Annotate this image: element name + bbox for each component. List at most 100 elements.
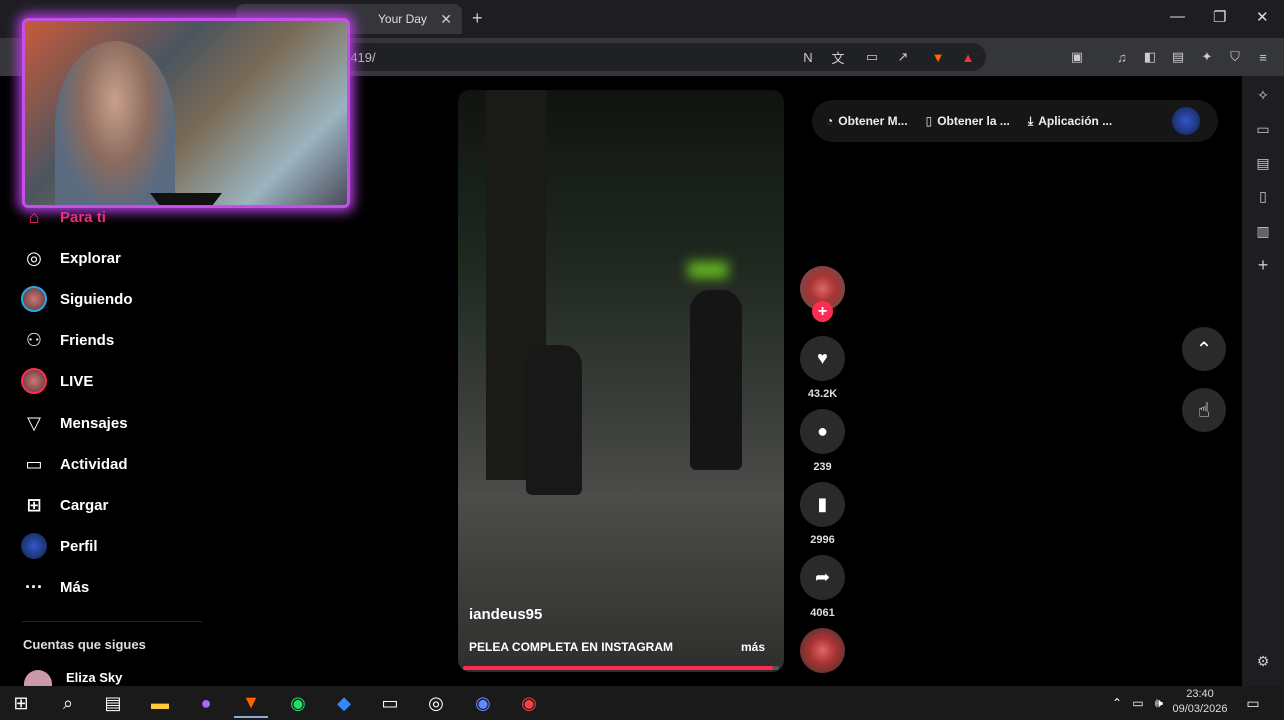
sidebar-toggle-icon[interactable]: ◧ [1140,47,1160,67]
activity-icon: ▭ [25,453,43,474]
desktop-app-button[interactable]: ⤓ Aplicación ... [1028,114,1112,129]
chevron-up-icon: ⌃ [1195,338,1213,361]
webcam-overlay [22,18,350,208]
following-account-name[interactable]: Eliza Sky [66,670,122,685]
streamer-image [55,41,175,205]
sidebar-item-label: Explorar [60,249,121,267]
sidebar-item-mas[interactable]: ··· Más [20,572,89,602]
top-action-pill: ◔ Obtener M... ▯ Obtener la ... ⤓ Aplicació… [812,100,1218,142]
video-scene-light [688,262,728,278]
sidebar-item-label: Mensajes [60,414,128,432]
file-explorer-icon[interactable]: ▬ [143,688,177,718]
discord-icon[interactable]: ◉ [466,688,500,718]
profile-icon [20,532,48,560]
chat-app-icon[interactable]: ● [189,688,223,718]
brave-shield-icon[interactable]: ▼ [928,47,948,67]
settings-gear-icon[interactable]: ⚙ [1253,653,1273,673]
save-button[interactable]: ▮ [800,482,845,527]
video-username[interactable]: iandeus95 [469,606,542,623]
app-icon[interactable]: ◆ [327,688,361,718]
video-progress-fill [463,666,773,670]
vpn-icon[interactable]: ⛉ [1225,47,1245,67]
obs-icon[interactable]: ◎ [419,688,453,718]
video-player[interactable] [458,90,784,672]
translate-icon[interactable]: 文 [828,47,848,67]
sidebar-item-live[interactable]: LIVE [20,366,93,396]
phone-icon: ▯ [925,114,933,128]
sidebar-item-label: Para ti [60,208,106,226]
user-avatar[interactable] [1172,107,1200,135]
coin-icon: ◔ [826,114,834,128]
comment-button[interactable]: ● [800,409,845,454]
like-button[interactable]: ♥ [800,336,845,381]
leo-panel-icon[interactable]: ✧ [1253,87,1273,107]
bookmark-icon: ▮ [817,494,828,514]
upload-icon: ⊞ [26,494,42,515]
task-view-icon[interactable]: ▤ [96,688,130,718]
chrome-icon[interactable]: ◉ [512,688,546,718]
sidebar-divider [22,621,202,622]
webcam-frame-badge [150,193,222,205]
save-count: 2996 [810,534,835,546]
follow-plus-icon[interactable]: + [812,301,833,322]
share-icon[interactable]: ↗ [893,47,913,67]
search-icon[interactable]: ⌕ [51,688,85,718]
brave-rewards-icon[interactable]: ▲ [958,47,978,67]
no-translate-icon[interactable]: N [798,47,818,67]
next-video-button[interactable]: ☝ [1182,388,1226,432]
get-coins-button[interactable]: ◔ Obtener M... [826,114,908,128]
url-text: -419/ [346,49,376,65]
cast-icon[interactable]: ▭ [862,47,882,67]
leo-icon[interactable]: ✦ [1197,47,1217,67]
maximize-icon[interactable]: ❐ [1213,8,1226,26]
notifications-icon[interactable]: ▭ [1236,688,1270,718]
sidebar-item-perfil[interactable]: Perfil [20,531,98,561]
wallet-icon[interactable]: ▤ [1168,47,1188,67]
tab-title: Your Day [378,12,427,26]
brave-browser-icon[interactable]: ▼ [234,688,268,718]
comment-count: 239 [813,461,832,473]
friends-icon: ⚇ [25,329,43,350]
previous-video-button[interactable]: ⌃ [1182,327,1226,371]
window-close-icon[interactable]: ✕ [1256,8,1269,26]
reader-icon[interactable]: ▣ [1067,47,1087,67]
address-bar[interactable]: -419/ [336,43,986,71]
clock-date: 09/03/2026 [1172,703,1228,715]
media-panel-icon[interactable]: ▭ [1253,121,1273,141]
new-tab-icon[interactable]: + [472,8,483,29]
account-avatar[interactable] [24,670,52,686]
music-icon[interactable]: ♫ [1112,47,1132,67]
system-clock[interactable]: 23:40 09/03/2026 [1168,687,1232,717]
hand-cursor-icon: ☝ [1197,399,1211,422]
sidebar-item-actividad[interactable]: ▭ Actividad [20,449,127,479]
sidebar-item-explorar[interactable]: ◎ Explorar [20,243,121,273]
reading-list-icon[interactable]: ▥ [1253,223,1273,243]
heart-icon: ♥ [817,348,828,368]
clock-time: 23:40 [1186,688,1214,700]
windows-start-icon[interactable]: ⊞ [4,688,38,718]
tab-close-icon[interactable]: ✕ [440,11,452,28]
compass-icon: ◎ [26,247,42,268]
caption-more-link[interactable]: más [741,640,765,654]
share-button[interactable]: ➦ [800,555,845,600]
minimize-icon[interactable]: — [1170,8,1185,25]
wallet-panel-icon[interactable]: ▤ [1253,155,1273,175]
music-disc-icon[interactable] [800,628,845,673]
comment-icon: ● [817,421,828,441]
sidebar-item-siguiendo[interactable]: Siguiendo [20,284,133,314]
pill-label: Aplicación ... [1038,114,1113,128]
menu-icon[interactable]: ≡ [1253,47,1273,67]
add-panel-icon[interactable]: + [1253,255,1273,275]
sidebar-item-mensajes[interactable]: ▽ Mensajes [20,408,128,438]
bookmarks-panel-icon[interactable]: ▯ [1253,188,1273,208]
whatsapp-icon[interactable]: ◉ [281,688,315,718]
share-count: 4061 [810,607,835,619]
sidebar-item-label: LIVE [60,372,94,390]
app-icon[interactable]: ▭ [373,688,407,718]
get-app-button[interactable]: ▯ Obtener la ... [926,114,1010,128]
sidebar-item-cargar[interactable]: ⊞ Cargar [20,490,108,520]
video-caption: PELEA COMPLETA EN INSTAGRAM [469,640,673,654]
sidebar-item-friends[interactable]: ⚇ Friends [20,325,114,355]
sidebar-item-label: Siguiendo [60,290,133,308]
sidebar-item-label: Más [60,578,90,596]
